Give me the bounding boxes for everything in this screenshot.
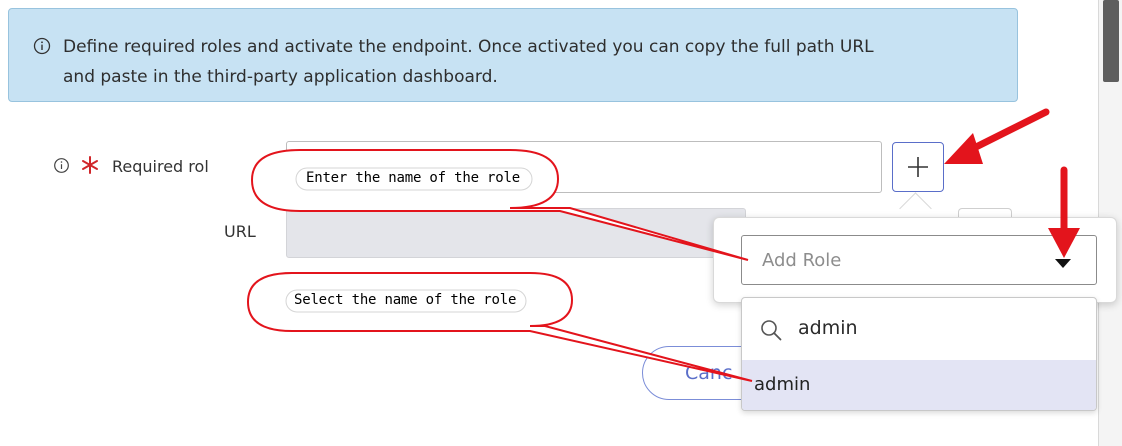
callout-1-shape [250,149,749,261]
annotation-overlay [246,108,1080,382]
red-down-arrow-icon [1048,166,1080,258]
callout-1-text: Enter the name of the role [306,170,520,186]
callout-2-text: Select the name of the role [294,292,517,308]
red-arrow-icon [944,108,1050,164]
callout-2-shape [246,272,753,382]
chevron-down-icon[interactable] [1055,259,1071,268]
